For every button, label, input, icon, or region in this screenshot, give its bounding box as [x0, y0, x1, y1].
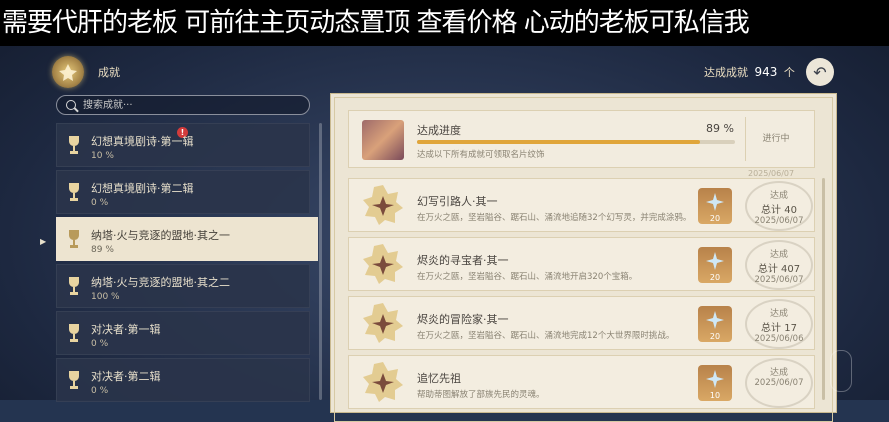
progress-bar: [417, 140, 735, 144]
status-total: 总计 17: [761, 323, 797, 334]
status-label: 达成: [769, 309, 788, 319]
progress-card: 达成进度 89 % 达成以下所有成就可领取名片纹饰 进行中: [348, 110, 815, 168]
namecard-preview-image: [362, 120, 404, 160]
medal-icon: [363, 185, 403, 225]
category-percent: 0 %: [91, 198, 109, 208]
search-bar[interactable]: [56, 95, 310, 115]
back-button[interactable]: ↶: [806, 58, 834, 86]
category-list: ! 幻想真境剧诗·第一辑 10 % 幻想真境剧诗·第二辑 0 % 纳塔·火与竞逐…: [56, 123, 318, 405]
reward-box: 20: [698, 188, 732, 224]
total-count: 943: [754, 65, 778, 79]
category-item[interactable]: 纳塔·火与竞逐的盟地·其之二 100 %: [56, 264, 310, 308]
primogem-icon: [706, 193, 724, 211]
total-unit: 个: [783, 66, 795, 79]
achievement-desc: 帮助蒂图解放了部族先民的灵魂。: [417, 390, 545, 400]
completed-stamp: 达成 总计 40 2025/06/07: [745, 181, 813, 231]
achievement-row[interactable]: 追忆先祖 帮助蒂图解放了部族先民的灵魂。 10 达成 2025/06/07: [348, 355, 815, 409]
reward-box: 10: [698, 365, 732, 401]
progress-percent: 89 %: [706, 122, 734, 135]
category-name: 纳塔·火与竞逐的盟地·其之二: [91, 276, 230, 289]
achievement-name: 烬炎的寻宝者·其一: [417, 254, 509, 267]
category-name: 对决者·第二辑: [91, 370, 161, 383]
reward-amount: 20: [709, 214, 721, 223]
achievement-row[interactable]: 烬炎的冒险家·其一 在万火之瓯，坚岩隘谷、踞石山、涌流地完成12个大世界限时挑战…: [348, 296, 815, 350]
achievement-list: 幻写引路人·其一 在万火之瓯，坚岩隘谷、踞石山、涌流地追随32个幻写灵，并完成涂…: [348, 178, 815, 414]
category-item-selected[interactable]: 纳塔·火与竞逐的盟地·其之一 89 %: [56, 217, 318, 261]
status-date: 2025/06/07: [754, 216, 804, 226]
selected-indicator-icon: ▶: [40, 237, 47, 246]
trophy-icon: [69, 136, 79, 154]
promo-banner: 需要代肝的老板 可前往主页动态置顶 查看价格 心动的老板可私信我: [0, 0, 889, 46]
primogem-icon: [706, 311, 724, 329]
medal-icon: [363, 362, 403, 402]
achievement-row[interactable]: 烬炎的寻宝者·其一 在万火之瓯，坚岩隘谷、踞石山、涌流地开启320个宝箱。 20…: [348, 237, 815, 291]
reward-amount: 20: [709, 332, 721, 341]
partial-date: 2025/06/07: [748, 169, 795, 178]
category-item[interactable]: 幻想真境剧诗·第二辑 0 %: [56, 170, 310, 214]
category-item[interactable]: ! 幻想真境剧诗·第一辑 10 %: [56, 123, 310, 167]
side-decoration: [830, 350, 852, 392]
category-name: 纳塔·火与竞逐的盟地·其之一: [91, 229, 230, 242]
status-label: 达成: [769, 250, 788, 260]
achievement-crest-icon: [52, 56, 84, 88]
category-percent: 10 %: [91, 151, 114, 161]
status-date: 2025/06/07: [754, 275, 804, 285]
reward-amount: 10: [709, 391, 721, 400]
category-title: 成就: [98, 66, 120, 79]
total-label: 达成成就: [704, 66, 748, 79]
achievement-desc: 在万火之瓯，坚岩隘谷、踞石山、涌流地开启320个宝箱。: [417, 272, 638, 282]
reward-box: 20: [698, 247, 732, 283]
medal-icon: [363, 244, 403, 284]
status-date: 2025/06/06: [754, 334, 804, 344]
back-arrow-icon: ↶: [813, 62, 827, 82]
completed-stamp: 达成 总计 17 2025/06/06: [745, 299, 813, 349]
category-item[interactable]: 对决者·第一辑 0 %: [56, 311, 310, 355]
achievement-scrollbar[interactable]: [822, 178, 825, 400]
category-percent: 89 %: [91, 245, 114, 255]
trophy-icon: [69, 277, 79, 295]
reward-box: 20: [698, 306, 732, 342]
status-date: 2025/06/07: [754, 378, 804, 388]
trophy-icon: [69, 183, 79, 201]
trophy-icon: [69, 230, 79, 248]
primogem-icon: [706, 252, 724, 270]
progress-status: 进行中: [745, 117, 806, 161]
trophy-icon: [69, 324, 79, 342]
status-label: 达成: [769, 368, 788, 378]
category-percent: 100 %: [91, 292, 120, 302]
category-name: 幻想真境剧诗·第一辑: [91, 135, 194, 148]
category-percent: 0 %: [91, 339, 109, 349]
status-total: 总计 407: [757, 264, 801, 275]
achievement-total: 达成成就 943 个: [704, 64, 795, 80]
achievement-name: 幻写引路人·其一: [417, 195, 498, 208]
search-icon: [66, 100, 76, 110]
category-percent: 0 %: [91, 386, 109, 396]
achievement-desc: 在万火之瓯，坚岩隘谷、踞石山、涌流地完成12个大世界限时挑战。: [417, 331, 675, 341]
category-name: 幻想真境剧诗·第二辑: [91, 182, 194, 195]
completed-stamp: 达成 总计 407 2025/06/07: [745, 240, 813, 290]
achievement-name: 追忆先祖: [417, 372, 461, 385]
progress-description: 达成以下所有成就可领取名片纹饰: [417, 150, 545, 160]
search-input[interactable]: [81, 98, 285, 112]
medal-icon: [363, 303, 403, 343]
achievement-row[interactable]: 幻写引路人·其一 在万火之瓯，坚岩隘谷、踞石山、涌流地追随32个幻写灵，并完成涂…: [348, 178, 815, 232]
trophy-icon: [69, 371, 79, 389]
progress-title: 达成进度: [417, 124, 461, 137]
primogem-icon: [706, 370, 724, 388]
achievement-desc: 在万火之瓯，坚岩隘谷、踞石山、涌流地追随32个幻写灵，并完成涂鸦。: [417, 213, 692, 223]
progress-bar-fill: [417, 140, 701, 144]
category-item[interactable]: 对决者·第二辑 0 %: [56, 358, 310, 402]
category-name: 对决者·第一辑: [91, 323, 161, 336]
completed-stamp: 达成 2025/06/07: [745, 358, 813, 408]
status-label: 达成: [769, 191, 788, 201]
status-total: 总计 40: [761, 205, 797, 216]
category-scrollbar[interactable]: [319, 123, 322, 400]
reward-amount: 20: [709, 273, 721, 282]
achievement-name: 烬炎的冒险家·其一: [417, 313, 509, 326]
